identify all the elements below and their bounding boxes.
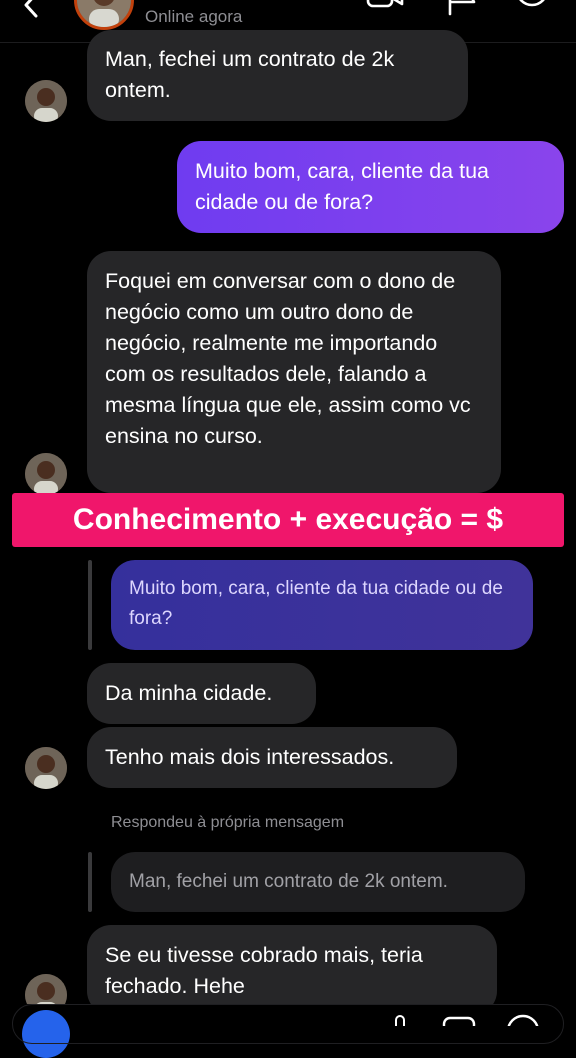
reply-quote-bar — [88, 560, 92, 650]
received-message[interactable]: Da minha cidade. — [87, 663, 316, 724]
received-message[interactable]: Tenho mais dois interessados. — [87, 727, 457, 788]
back-icon[interactable] — [18, 0, 44, 18]
contact-status: Online agora — [145, 7, 243, 26]
microphone-icon[interactable] — [390, 1014, 410, 1026]
message-text: Da minha cidade. — [105, 681, 273, 705]
video-call-icon[interactable] — [366, 0, 404, 14]
gallery-icon[interactable] — [442, 1016, 476, 1026]
sender-avatar[interactable] — [25, 453, 67, 495]
contact-avatar[interactable] — [74, 0, 134, 30]
quoted-message[interactable]: Muito bom, cara, cliente da tua cidade o… — [111, 560, 533, 650]
quoted-message[interactable]: Man, fechei um contrato de 2k ontem. — [111, 852, 525, 912]
received-message[interactable]: Se eu tivesse cobrado mais, teria fechad… — [87, 925, 497, 1015]
sender-avatar[interactable] — [25, 80, 67, 122]
info-icon[interactable] — [514, 0, 550, 18]
message-text: Se eu tivesse cobrado mais, teria fechad… — [105, 943, 423, 998]
composer-field[interactable] — [12, 1004, 564, 1044]
message-composer[interactable] — [0, 1004, 576, 1058]
sticker-icon[interactable] — [506, 1014, 540, 1026]
sender-avatar[interactable] — [25, 747, 67, 789]
quoted-text: Man, fechei um contrato de 2k ontem. — [129, 871, 448, 892]
reply-quote-bar — [88, 852, 92, 912]
received-message[interactable]: Man, fechei um contrato de 2k ontem. — [87, 30, 468, 121]
reply-label: Respondeu à própria mensagem — [111, 814, 345, 831]
received-message[interactable]: Foquei em conversar com o dono de negóci… — [87, 251, 501, 493]
message-text: Tenho mais dois interessados. — [105, 745, 395, 769]
quoted-text: Muito bom, cara, cliente da tua cidade o… — [129, 578, 503, 629]
caption-banner: Conhecimento + execução = $ — [12, 493, 564, 547]
flag-icon[interactable] — [444, 0, 478, 16]
sent-message[interactable]: Muito bom, cara, cliente da tua cidade o… — [177, 141, 564, 233]
message-text: Man, fechei um contrato de 2k ontem. — [105, 47, 395, 102]
message-text: Foquei em conversar com o dono de negóci… — [105, 269, 471, 448]
message-text: Muito bom, cara, cliente da tua cidade o… — [195, 159, 489, 214]
